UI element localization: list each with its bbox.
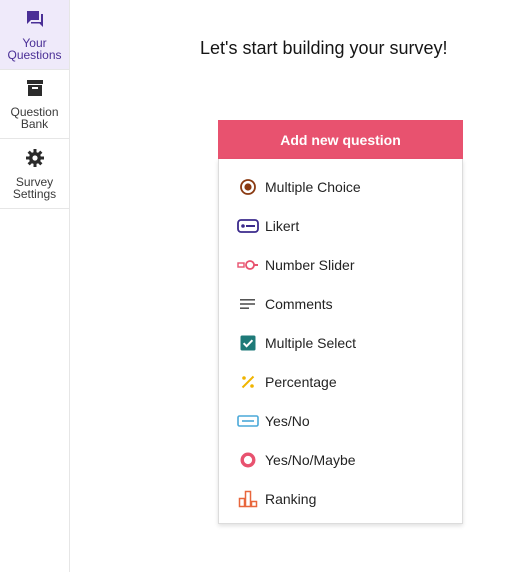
chat-bubbles-icon (25, 9, 45, 34)
menu-item-number-slider[interactable]: Number Slider (219, 245, 462, 284)
bar-ranking-icon (237, 489, 259, 509)
sidebar-item-label: Your Questions (7, 35, 62, 62)
sidebar: Your Questions Question Bank Survey Sett… (0, 0, 70, 572)
page-title: Let's start building your survey! (200, 38, 448, 58)
percent-icon (237, 372, 259, 392)
menu-item-likert[interactable]: Likert (219, 206, 462, 245)
likert-scale-icon (237, 216, 259, 236)
menu-item-multiple-choice[interactable]: Multiple Choice (219, 167, 462, 206)
menu-item-percentage[interactable]: Percentage (219, 362, 462, 401)
slider-icon (237, 255, 259, 275)
gear-icon (25, 148, 45, 173)
sidebar-item-label: Survey Settings (12, 174, 57, 201)
menu-item-label: Yes/No/Maybe (265, 451, 356, 468)
menu-item-yes-no-maybe[interactable]: Yes/No/Maybe (219, 440, 462, 479)
sidebar-item-question-bank[interactable]: Question Bank (0, 70, 69, 139)
menu-item-label: Yes/No (265, 412, 310, 429)
menu-item-label: Ranking (265, 490, 317, 507)
sidebar-item-survey-settings[interactable]: Survey Settings (0, 139, 69, 209)
menu-item-label: Percentage (265, 373, 337, 390)
menu-item-label: Multiple Choice (265, 178, 361, 195)
sidebar-item-your-questions[interactable]: Your Questions (0, 0, 69, 70)
sidebar-item-label: Question Bank (10, 105, 59, 131)
question-type-menu: Multiple Choice Likert Number Slider Com… (218, 159, 463, 524)
menu-item-yes-no[interactable]: Yes/No (219, 401, 462, 440)
radio-button-icon (237, 177, 259, 197)
add-question-panel: Add new question Multiple Choice Likert … (218, 120, 463, 524)
menu-item-label: Comments (265, 295, 333, 312)
add-new-question-button[interactable]: Add new question (218, 120, 463, 159)
menu-item-label: Number Slider (265, 256, 355, 273)
text-lines-icon (237, 294, 259, 314)
menu-item-multiple-select[interactable]: Multiple Select (219, 323, 462, 362)
menu-item-ranking[interactable]: Ranking (219, 479, 462, 518)
survey-builder-app: Your Questions Question Bank Survey Sett… (0, 0, 516, 572)
toggle-box-icon (237, 411, 259, 431)
ring-icon (237, 450, 259, 470)
menu-item-label: Multiple Select (265, 334, 357, 351)
checkbox-icon (237, 333, 259, 353)
archive-box-icon (25, 78, 45, 103)
menu-item-comments[interactable]: Comments (219, 284, 462, 323)
menu-item-label: Likert (265, 217, 300, 234)
